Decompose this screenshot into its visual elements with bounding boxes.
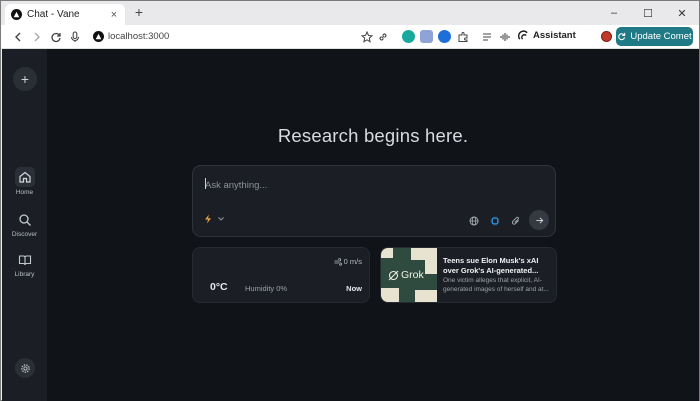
chip-icon	[490, 216, 500, 226]
tab-strip: Chat - Vane × + – ☐ ✕	[1, 1, 699, 25]
sidebar: + Home Discover Library	[2, 49, 47, 401]
settings-button[interactable]	[15, 358, 35, 378]
wind-icon	[334, 257, 342, 266]
news-card[interactable]: Grok Teens sue Elon Musk's xAI over Grok…	[380, 247, 557, 303]
bolt-icon	[205, 214, 211, 224]
wind-readout: 0 m/s	[334, 257, 362, 266]
tab-close-icon[interactable]: ×	[107, 9, 121, 21]
sidebar-item-discover[interactable]: Discover	[2, 213, 47, 238]
home-icon	[18, 171, 31, 183]
audio-wave-icon[interactable]	[498, 30, 512, 44]
wind-speed: 0 m/s	[343, 257, 362, 266]
weather-widget[interactable]: 0 m/s 0°C Humidity 0% Now	[192, 247, 370, 303]
profile-avatar[interactable]	[601, 31, 612, 42]
paperclip-icon	[512, 216, 519, 225]
minimize-button[interactable]: –	[597, 1, 631, 25]
forward-icon[interactable]	[30, 30, 44, 44]
sidebar-item-home[interactable]: Home	[2, 167, 47, 196]
sidebar-item-label: Library	[14, 271, 35, 278]
news-snippet: One victim alleges that explicit, AI-gen…	[443, 277, 549, 293]
browser-tab[interactable]: Chat - Vane ×	[5, 4, 125, 25]
new-chat-button[interactable]: +	[13, 67, 37, 91]
maximize-button[interactable]: ☐	[631, 1, 665, 25]
extensions-puzzle-icon[interactable]	[456, 30, 470, 44]
reload-icon[interactable]	[49, 30, 63, 44]
sidebar-item-label: Discover	[11, 231, 38, 238]
text-caret	[205, 178, 206, 189]
vane-favicon-icon	[11, 9, 22, 20]
extension-translate-icon[interactable]	[420, 30, 433, 43]
tab-list-icon[interactable]	[480, 30, 494, 44]
gear-icon	[20, 363, 30, 373]
news-thumb-text: Grok	[401, 269, 424, 281]
weather-time: Now	[346, 284, 362, 293]
microphone-icon[interactable]	[68, 30, 82, 44]
refresh-icon	[618, 32, 626, 41]
address-bar[interactable]: localhost:3000	[108, 31, 169, 42]
page-heading: Research begins here.	[277, 125, 469, 146]
site-favicon-icon	[93, 31, 104, 42]
update-comet-label: Update Comet	[630, 31, 692, 42]
browser-toolbar: localhost:3000 Assistant Update Comet	[1, 25, 699, 49]
close-window-button[interactable]: ✕	[665, 1, 699, 25]
assistant-button[interactable]: Assistant	[518, 30, 576, 41]
update-comet-button[interactable]: Update Comet	[616, 27, 693, 46]
link-icon[interactable]	[376, 30, 390, 44]
news-thumbnail: Grok	[381, 248, 437, 302]
focus-mode-button[interactable]	[203, 214, 226, 224]
arrow-right-icon	[535, 216, 543, 224]
attach-button[interactable]	[510, 215, 522, 227]
news-title: Teens sue Elon Musk's xAI over Grok's AI…	[443, 256, 539, 275]
extension-teal-icon[interactable]	[402, 30, 415, 43]
extension-t-icon[interactable]	[438, 30, 451, 43]
search-icon	[18, 214, 31, 226]
ask-box	[192, 165, 556, 237]
bookmark-star-icon[interactable]	[360, 30, 374, 44]
tab-title: Chat - Vane	[27, 9, 80, 20]
submit-button[interactable]	[529, 210, 549, 230]
grok-logo-icon	[388, 270, 399, 280]
assistant-label: Assistant	[533, 30, 576, 41]
ask-input[interactable]	[205, 178, 535, 192]
humidity: Humidity 0%	[245, 284, 288, 293]
app-viewport: + Home Discover Library Research begins …	[2, 49, 699, 401]
assistant-icon	[518, 30, 528, 40]
model-select-button[interactable]	[489, 215, 501, 227]
new-tab-button[interactable]: +	[131, 5, 147, 19]
globe-icon	[469, 216, 479, 226]
sidebar-item-library[interactable]: Library	[2, 253, 47, 278]
temperature: 0°C	[210, 281, 228, 293]
web-search-toggle[interactable]	[468, 215, 480, 227]
sidebar-item-label: Home	[15, 189, 34, 196]
browser-window: Chat - Vane × + – ☐ ✕ localhost:3000 Ass…	[0, 0, 700, 401]
book-icon	[18, 255, 31, 266]
back-icon[interactable]	[11, 30, 25, 44]
chevron-down-icon	[218, 217, 224, 221]
